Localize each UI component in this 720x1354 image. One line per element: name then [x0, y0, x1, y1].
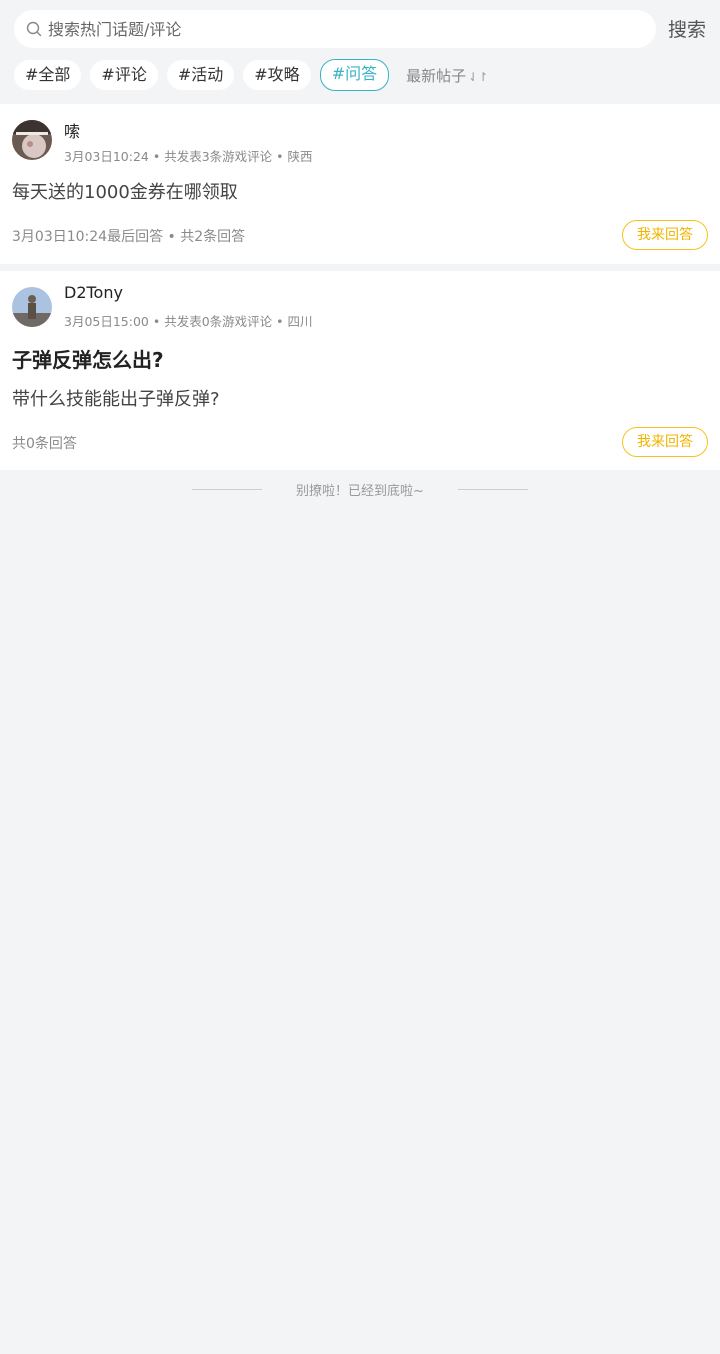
avatar[interactable]: [12, 120, 52, 160]
author-region: 四川: [287, 314, 313, 329]
author-region: 陕西: [287, 149, 313, 164]
search-button[interactable]: 搜索: [668, 15, 706, 42]
tag-qa[interactable]: #问答: [319, 59, 390, 91]
end-of-list: 别撩啦！已经到底啦~: [0, 480, 720, 500]
tag-events[interactable]: #活动: [166, 60, 235, 90]
author-name[interactable]: D2Tony: [64, 283, 123, 302]
search-box[interactable]: [14, 10, 656, 48]
answer-button[interactable]: 我来回答: [622, 220, 708, 250]
post-time: 3月05日15:00: [64, 314, 149, 329]
avatar[interactable]: [12, 287, 52, 327]
post-footer: 3月03日10:24最后回答 • 共2条回答: [12, 229, 246, 245]
post-time: 3月03日10:24: [64, 149, 149, 164]
post-card[interactable]: 嗦 3月03日10:24 • 共发表3条游戏评论 • 陕西 每天送的1000金券…: [0, 104, 720, 264]
tag-all[interactable]: #全部: [14, 60, 82, 90]
post-title[interactable]: 子弹反弹怎么出?: [12, 344, 164, 373]
sort-label: 最新帖子: [406, 66, 467, 85]
post-body[interactable]: 每天送的1000金券在哪领取: [12, 178, 238, 204]
post-meta: 3月03日10:24 • 共发表3条游戏评论 • 陕西: [64, 149, 313, 164]
author-stats: 共发表3条游戏评论: [164, 149, 273, 164]
post-body[interactable]: 带什么技能能出子弹反弹?: [12, 385, 220, 411]
sort-dropdown[interactable]: 最新帖子 ⇃↾: [406, 65, 488, 86]
search-input[interactable]: [48, 19, 608, 39]
answer-button[interactable]: 我来回答: [622, 427, 708, 457]
post-meta: 3月05日15:00 • 共发表0条游戏评论 • 四川: [64, 314, 313, 329]
tag-filter-bar: #全部 #评论 #活动 #攻略 #问答 最新帖子 ⇃↾: [14, 59, 488, 91]
top-bar: 搜索 #全部 #评论 #活动 #攻略 #问答 最新帖子⇃↾: [0, 0, 720, 104]
post-footer: 共0条回答: [12, 436, 77, 452]
search-icon: [26, 21, 42, 37]
tag-guides[interactable]: #攻略: [243, 60, 311, 90]
divider-line: [458, 489, 528, 490]
end-of-list-text: 别撩啦！已经到底啦~: [296, 484, 424, 499]
author-name[interactable]: 嗦: [64, 118, 80, 142]
sort-arrows-icon: ⇃↾: [468, 69, 489, 84]
author-stats: 共发表0条游戏评论: [164, 314, 273, 329]
tag-comments[interactable]: #评论: [90, 60, 158, 90]
post-card[interactable]: D2Tony 3月05日15:00 • 共发表0条游戏评论 • 四川 子弹反弹怎…: [0, 271, 720, 470]
